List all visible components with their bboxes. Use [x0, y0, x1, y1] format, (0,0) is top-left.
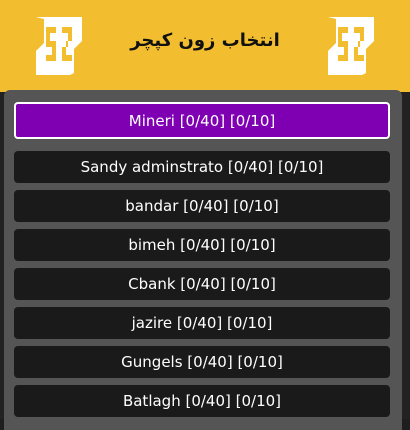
zone-item-jazire[interactable]: jazire [0/40] [0/10] — [14, 307, 390, 339]
s2-logo-icon — [328, 17, 374, 75]
zone-item-bimeh[interactable]: bimeh [0/40] [0/10] — [14, 229, 390, 261]
zone-item-sandy-adminstrato[interactable]: Sandy adminstrato [0/40] [0/10] — [14, 151, 390, 183]
zone-item-gungels[interactable]: Gungels [0/40] [0/10] — [14, 346, 390, 378]
header: انتخاب زون کپچر — [0, 0, 410, 92]
zone-item-cbank[interactable]: Cbank [0/40] [0/10] — [14, 268, 390, 300]
zone-item-mineri[interactable]: Mineri [0/40] [0/10] — [14, 102, 390, 139]
zone-item-bandar[interactable]: bandar [0/40] [0/10] — [14, 190, 390, 222]
zone-capture-window: انتخاب زون کپچر Mineri [0/40] [0/10] San… — [0, 0, 410, 430]
zone-item-batlagh[interactable]: Batlagh [0/40] [0/10] — [14, 385, 390, 417]
